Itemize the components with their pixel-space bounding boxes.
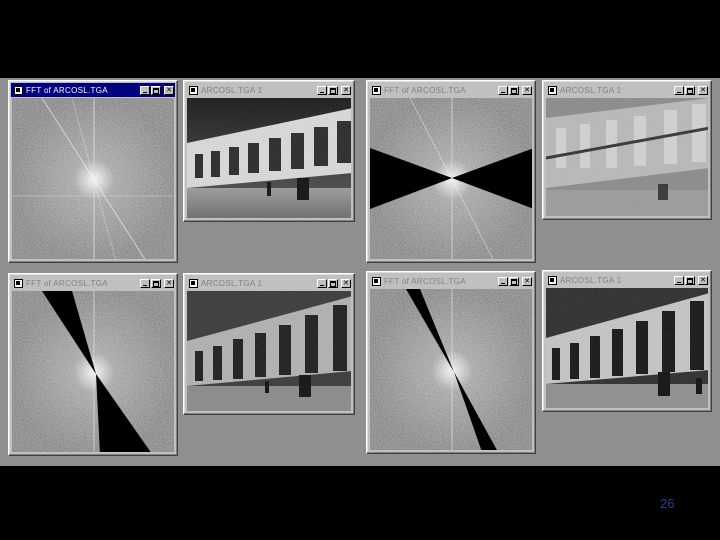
close-button[interactable]: ✕ [341, 278, 351, 288]
app-icon [188, 278, 198, 288]
title-bar[interactable]: ARCOSL.TGA 1 ✕ [186, 83, 352, 97]
fft-window-1[interactable]: FFT of ARCOSL.TGA ✕ [8, 80, 178, 263]
close-button[interactable]: ✕ [341, 85, 351, 95]
fft-spectrum-image [12, 291, 174, 452]
app-icon [547, 275, 557, 285]
window-title: ARCOSL.TGA 1 [560, 275, 622, 285]
fft-spectrum-image [370, 98, 532, 259]
app-icon [547, 85, 557, 95]
minimize-button[interactable] [674, 275, 684, 285]
window-title: FFT of ARCOSL.TGA [384, 85, 466, 95]
app-icon [13, 278, 23, 288]
fft-window-4[interactable]: FFT of ARCOSL.TGA ✕ [366, 271, 536, 454]
image-window-1[interactable]: ARCOSL.TGA 1 ✕ [183, 80, 355, 222]
maximize-button[interactable] [685, 275, 695, 285]
maximize-button[interactable] [151, 85, 161, 95]
maximize-button[interactable] [509, 85, 519, 95]
maximize-button[interactable] [328, 85, 338, 95]
title-bar[interactable]: FFT of ARCOSL.TGA ✕ [11, 83, 175, 97]
title-bar[interactable]: ARCOSL.TGA 1 ✕ [186, 276, 352, 290]
minimize-button[interactable] [317, 278, 327, 288]
window-title: FFT of ARCOSL.TGA [384, 276, 466, 286]
title-bar[interactable]: FFT of ARCOSL.TGA ✕ [369, 83, 533, 97]
minimize-button[interactable] [317, 85, 327, 95]
close-button[interactable]: ✕ [698, 275, 708, 285]
window-title: FFT of ARCOSL.TGA [26, 278, 108, 288]
window-title: ARCOSL.TGA 1 [560, 85, 622, 95]
maximize-button[interactable] [151, 278, 161, 288]
fft-spectrum-image [370, 289, 532, 450]
title-bar[interactable]: ARCOSL.TGA 1 ✕ [545, 83, 709, 97]
window-title: FFT of ARCOSL.TGA [26, 85, 108, 95]
arches-photo [187, 291, 351, 411]
app-icon [13, 85, 23, 95]
arches-photo [546, 98, 708, 216]
title-bar[interactable]: ARCOSL.TGA 1 ✕ [545, 273, 709, 287]
close-button[interactable]: ✕ [522, 276, 532, 286]
window-title: ARCOSL.TGA 1 [201, 278, 263, 288]
fft-spectrum-image [12, 98, 174, 259]
arches-photo [546, 288, 708, 408]
fft-window-3[interactable]: FFT of ARCOSL.TGA ✕ [8, 273, 178, 456]
fft-window-2[interactable]: FFT of ARCOSL.TGA ✕ [366, 80, 536, 263]
close-button[interactable]: ✕ [522, 85, 532, 95]
maximize-button[interactable] [509, 276, 519, 286]
app-icon [371, 276, 381, 286]
close-button[interactable]: ✕ [164, 278, 174, 288]
app-icon [371, 85, 381, 95]
minimize-button[interactable] [140, 278, 150, 288]
page-number: 26 [660, 496, 675, 511]
close-button[interactable]: ✕ [698, 85, 708, 95]
app-icon [188, 85, 198, 95]
title-bar[interactable]: FFT of ARCOSL.TGA ✕ [369, 274, 533, 288]
minimize-button[interactable] [498, 276, 508, 286]
title-bar[interactable]: FFT of ARCOSL.TGA ✕ [11, 276, 175, 290]
image-window-4[interactable]: ARCOSL.TGA 1 ✕ [542, 270, 712, 412]
image-window-2[interactable]: ARCOSL.TGA 1 ✕ [542, 80, 712, 220]
minimize-button[interactable] [498, 85, 508, 95]
minimize-button[interactable] [674, 85, 684, 95]
maximize-button[interactable] [685, 85, 695, 95]
image-window-3[interactable]: ARCOSL.TGA 1 ✕ [183, 273, 355, 415]
minimize-button[interactable] [140, 85, 150, 95]
close-button[interactable]: ✕ [164, 85, 174, 95]
window-title: ARCOSL.TGA 1 [201, 85, 263, 95]
maximize-button[interactable] [328, 278, 338, 288]
arches-photo [187, 98, 351, 218]
